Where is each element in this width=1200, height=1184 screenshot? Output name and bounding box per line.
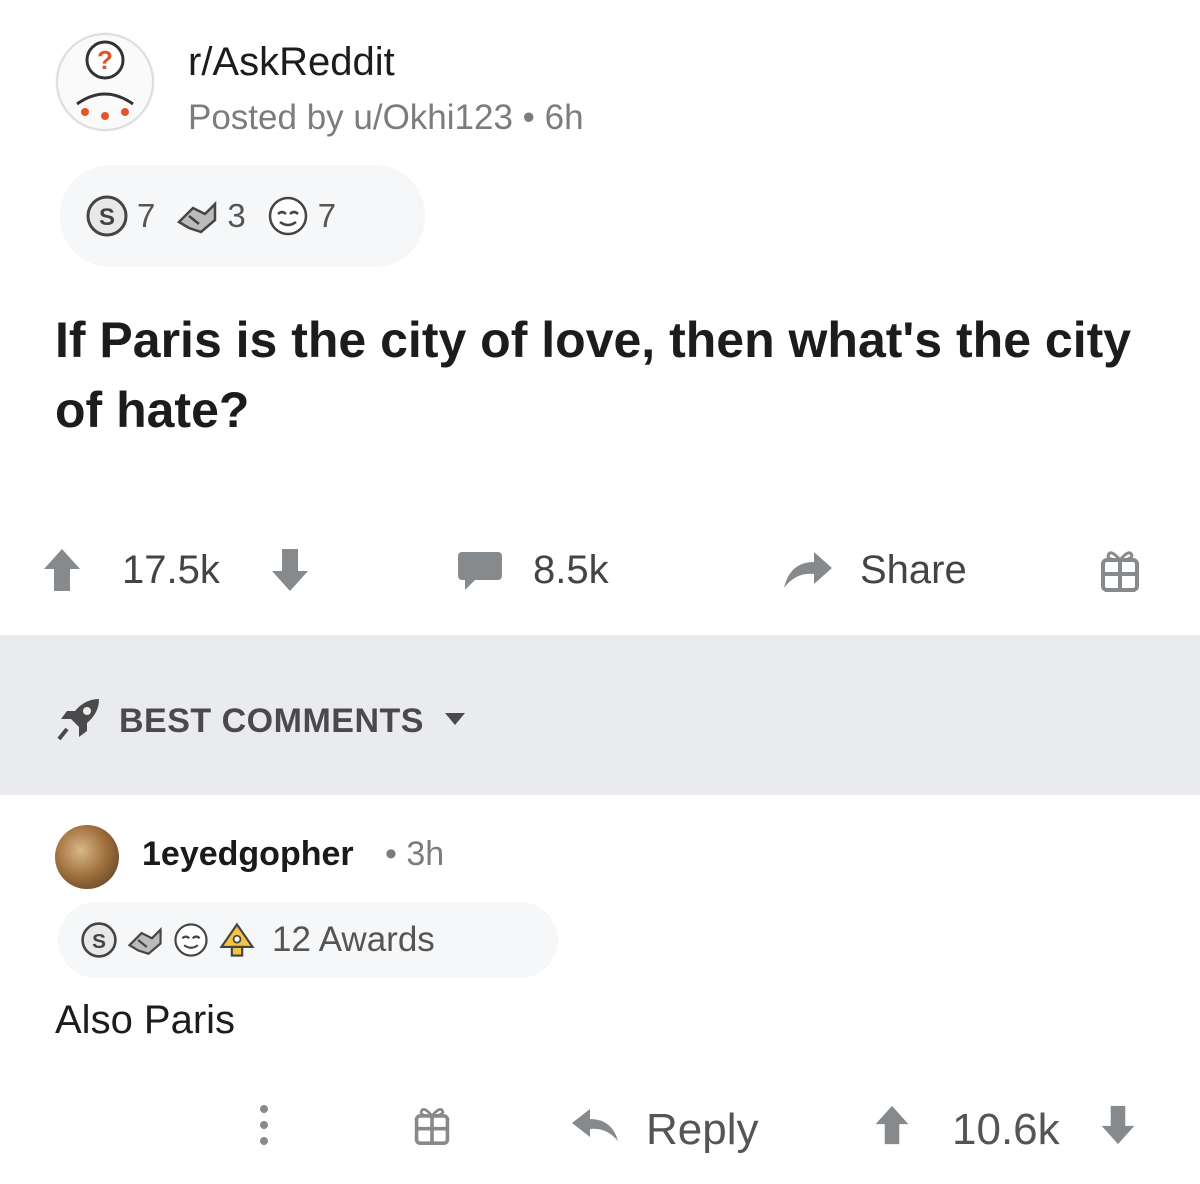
- comment-vote-count: 10.6k: [952, 1105, 1060, 1154]
- award-silver: S 7: [85, 194, 155, 238]
- gift-icon: [412, 1103, 452, 1158]
- downvote-button[interactable]: [1098, 1095, 1138, 1165]
- sort-dropdown[interactable]: BEST COMMENTS: [55, 695, 466, 748]
- comment-bubble-icon: [455, 548, 505, 592]
- upvote-arrow-icon: [40, 545, 84, 595]
- upvote-button[interactable]: [40, 530, 84, 610]
- comment-awards[interactable]: S 12 Awards: [58, 902, 558, 978]
- rocket-icon: [55, 695, 103, 748]
- post-meta: Posted by u/Okhi123 • 6h: [188, 98, 584, 137]
- give-award-button[interactable]: [412, 1095, 452, 1165]
- downvote-arrow-icon: [1098, 1102, 1138, 1159]
- comment-body: Also Paris: [55, 998, 236, 1042]
- subreddit-name[interactable]: r/AskReddit: [188, 40, 395, 85]
- downvote-arrow-icon: [268, 545, 312, 595]
- gift-icon: [1098, 546, 1142, 594]
- wholesome-award-icon: [172, 921, 210, 959]
- avatar[interactable]: [55, 825, 119, 889]
- subreddit-avatar-icon[interactable]: ?: [55, 32, 155, 132]
- reply-label: Reply: [646, 1105, 759, 1154]
- share-arrow-icon: [780, 548, 834, 592]
- award-helpful: 3: [175, 194, 246, 238]
- downvote-button[interactable]: [268, 530, 312, 610]
- gold-pyramid-award-icon: [218, 921, 256, 959]
- reply-arrow-icon: [570, 1105, 620, 1156]
- post-title[interactable]: If Paris is the city of love, then what'…: [55, 305, 1165, 445]
- wholesome-award-icon: [266, 194, 310, 238]
- upvote-arrow-icon: [872, 1102, 912, 1159]
- award-count: 7: [137, 197, 156, 234]
- award-count: 3: [227, 197, 246, 234]
- comments-button[interactable]: 8.5k: [455, 530, 609, 610]
- helpful-award-icon: [175, 194, 219, 238]
- sort-label: BEST COMMENTS: [119, 702, 424, 740]
- comment-time: • 3h: [385, 835, 445, 873]
- reply-button[interactable]: Reply: [570, 1095, 759, 1165]
- upvote-button[interactable]: [872, 1095, 912, 1165]
- comment-author[interactable]: 1eyedgopher: [142, 835, 354, 874]
- post-vote-count: 17.5k: [122, 547, 220, 592]
- share-label: Share: [860, 547, 967, 592]
- silver-award-icon: S: [80, 921, 118, 959]
- award-count: 7: [317, 197, 337, 234]
- comment-action-bar: Reply 10.6k: [0, 1095, 1200, 1165]
- post-awards[interactable]: S 7 3 7: [60, 165, 425, 267]
- comment: 1eyedgopher • 3h S 12 Awards Also Paris: [0, 795, 1200, 1184]
- vertical-dots-icon: [258, 1103, 270, 1158]
- comment-sort-band: BEST COMMENTS: [0, 635, 1200, 795]
- more-options-button[interactable]: [258, 1095, 270, 1165]
- comments-count: 8.5k: [533, 547, 609, 592]
- chevron-down-icon: [444, 712, 466, 731]
- svg-text:S: S: [99, 204, 115, 231]
- svg-text:?: ?: [97, 45, 113, 75]
- post-action-bar: 17.5k 8.5k Share: [40, 530, 1160, 610]
- give-award-button[interactable]: [1098, 530, 1142, 610]
- post-header: ? r/AskReddit Posted by u/Okhi123 • 6h: [55, 32, 755, 142]
- helpful-award-icon: [126, 921, 164, 959]
- share-button[interactable]: Share: [780, 530, 967, 610]
- svg-text:S: S: [92, 930, 106, 953]
- awards-count-label: 12 Awards: [272, 920, 435, 959]
- award-wholesome: 7: [266, 194, 336, 238]
- silver-award-icon: S: [85, 194, 129, 238]
